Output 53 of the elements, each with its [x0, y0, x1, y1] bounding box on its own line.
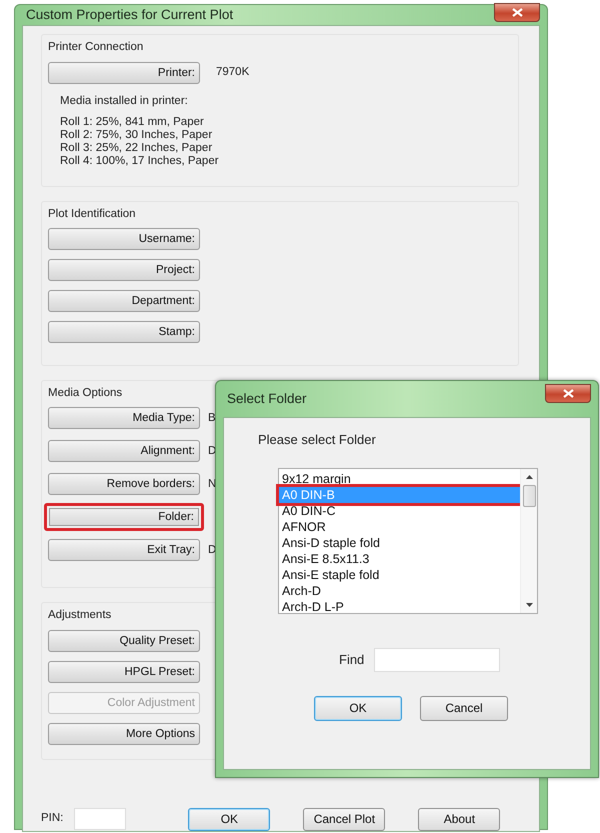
- roll-info: Roll 1: 25%, 841 mm, Paper: [60, 116, 205, 129]
- option-value: B: [208, 410, 216, 426]
- group-title: Media Options: [48, 386, 122, 401]
- option-button[interactable]: Folder:: [44, 503, 204, 532]
- pin-field[interactable]: [74, 808, 126, 830]
- option-button[interactable]: Remove borders:: [48, 473, 200, 496]
- roll-info: Roll 2: 75%, 30 Inches, Paper: [60, 128, 214, 142]
- list-item[interactable]: Arch-D: [279, 582, 520, 598]
- list-item[interactable]: AFNOR: [279, 518, 520, 534]
- list-item[interactable]: Ansi-D staple fold: [279, 534, 520, 550]
- option-button[interactable]: Alignment:: [48, 440, 200, 462]
- roll-info: Roll 4: 100%, 17 Inches, Paper: [60, 154, 220, 168]
- scroll-thumb[interactable]: [522, 484, 536, 506]
- list-item[interactable]: 9x12 margin: [279, 470, 520, 486]
- adjustment-button[interactable]: HPGL Preset:: [48, 660, 200, 682]
- adjustment-button[interactable]: Quality Preset:: [48, 630, 200, 652]
- pin-label: PIN:: [41, 811, 64, 826]
- find-field[interactable]: [374, 648, 500, 672]
- group-title: Plot Identification: [48, 206, 136, 222]
- option-button[interactable]: Exit Tray:: [48, 539, 200, 562]
- list-item[interactable]: Ansi-E 8.5x11.3: [279, 550, 520, 566]
- dialog-button[interactable]: About: [418, 808, 500, 830]
- option-button[interactable]: Media Type:: [48, 407, 200, 430]
- list-item[interactable]: Ansi-E staple fold: [279, 566, 520, 582]
- printer-button[interactable]: Printer:: [48, 62, 200, 84]
- dialog-button[interactable]: Cancel: [420, 696, 508, 720]
- field-button[interactable]: Project:: [48, 259, 200, 281]
- printer-name: 7970K: [216, 64, 250, 80]
- media-heading: Media installed in printer:: [60, 94, 189, 108]
- scroll-up-icon[interactable]: [526, 474, 532, 478]
- field-button[interactable]: Username:: [48, 228, 200, 250]
- dialog-title: Select Folder: [227, 390, 307, 408]
- field-button[interactable]: Stamp:: [48, 321, 200, 343]
- group-title: Printer Connection: [48, 40, 144, 56]
- list-item[interactable]: A0 DIN-C: [279, 502, 520, 518]
- dialog-button[interactable]: OK: [314, 696, 402, 720]
- group-title: Adjustments: [48, 608, 112, 624]
- adjustment-button[interactable]: More Options: [48, 722, 200, 744]
- field-button[interactable]: Department:: [48, 290, 200, 312]
- close-button[interactable]: [494, 2, 540, 22]
- folder-list[interactable]: 9x12 margin A0 DIN-B A0 DIN-C AFNOR Ansi-D staple fold Ansi-E 8.5x11.3 Ansi-E staple fold Arch-D Arch-D L-P: [278, 468, 538, 614]
- close-icon: [562, 388, 574, 398]
- list-item[interactable]: Arch-D L-P: [279, 598, 520, 614]
- dialog-button[interactable]: Cancel Plot: [303, 808, 386, 830]
- scrollbar[interactable]: [520, 468, 537, 612]
- roll-info: Roll 3: 25%, 22 Inches, Paper: [60, 142, 214, 155]
- close-icon: [512, 8, 522, 17]
- dialog-button[interactable]: OK: [188, 808, 270, 830]
- dialog-prompt: Please select Folder: [258, 431, 377, 449]
- scroll-down-icon[interactable]: [526, 602, 532, 606]
- find-label: Find: [339, 650, 364, 669]
- window-title: Custom Properties for Current Plot: [26, 6, 234, 24]
- close-button[interactable]: [545, 384, 591, 402]
